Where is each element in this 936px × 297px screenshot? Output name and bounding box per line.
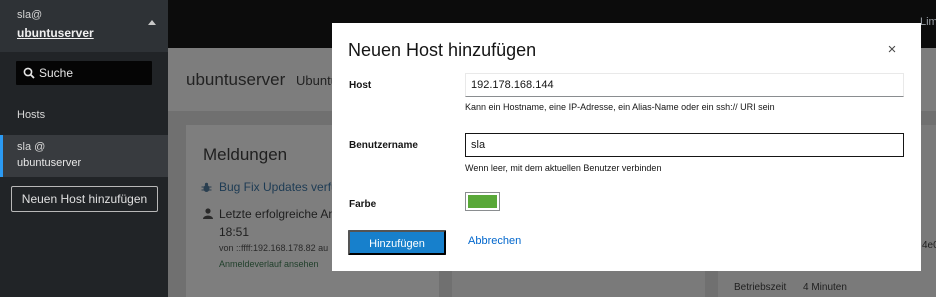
page-title: ubuntuserver <box>186 70 286 89</box>
host-switcher[interactable]: sla@ ubuntuserver <box>0 0 168 52</box>
search-icon <box>23 67 35 79</box>
add-button[interactable]: Hinzufügen <box>348 230 446 255</box>
sidebar-item-user: sla @ <box>17 141 46 153</box>
uptime-label: Betriebszeit <box>734 282 787 293</box>
sidebar-item-ubuntuserver[interactable]: sla @ ubuntuserver <box>0 135 168 177</box>
topbar-hint: Limitie <box>920 16 936 28</box>
system-card-value: 4e0 <box>922 240 936 251</box>
login-history-link[interactable]: Anmeldeverlauf ansehen <box>219 259 319 269</box>
hosts-heading: Hosts <box>17 109 46 121</box>
bug-icon <box>201 182 212 192</box>
uptime-value: 4 Minuten <box>803 282 847 293</box>
user-icon <box>203 208 213 219</box>
sidebar-item-hostname: ubuntuserver <box>17 157 82 169</box>
search-input[interactable]: Suche <box>16 61 152 85</box>
dialog-title: Neuen Host hinzufügen <box>348 40 537 60</box>
caret-up-icon[interactable] <box>148 20 156 25</box>
close-icon[interactable]: × <box>885 42 899 58</box>
add-host-dialog: Neuen Host hinzufügen × Host Kann ein Ho… <box>332 23 921 271</box>
color-label: Farbe <box>349 199 377 210</box>
host-label: Host <box>349 80 372 91</box>
last-login-title: Letzte erfolgreiche An <box>219 207 336 221</box>
last-login-source: von ::ffff:192.168.178.82 au <box>219 243 329 253</box>
host-helper-text: Kann ein Hostname, eine IP-Adresse, ein … <box>465 102 775 112</box>
cancel-button[interactable]: Abbrechen <box>468 235 521 247</box>
username-label: Benutzername <box>349 140 418 151</box>
host-switcher-hostname[interactable]: ubuntuserver <box>17 26 94 40</box>
host-field[interactable] <box>465 73 904 97</box>
sidebar: sla@ ubuntuserver Suche Hosts sla @ ubun… <box>0 0 168 297</box>
last-login-time: 18:51 <box>219 225 250 239</box>
messages-card-title: Meldungen <box>203 145 288 164</box>
color-swatch-fill <box>468 195 497 208</box>
color-picker[interactable] <box>465 192 500 211</box>
host-switcher-user: sla@ <box>17 9 43 21</box>
bugfix-updates-link[interactable]: Bug Fix Updates verfü <box>219 180 338 194</box>
search-label: Suche <box>39 66 74 80</box>
add-host-button[interactable]: Neuen Host hinzufügen <box>11 186 158 212</box>
username-field[interactable] <box>465 133 904 157</box>
username-helper-text: Wenn leer, mit dem aktuellen Benutzer ve… <box>465 163 662 173</box>
